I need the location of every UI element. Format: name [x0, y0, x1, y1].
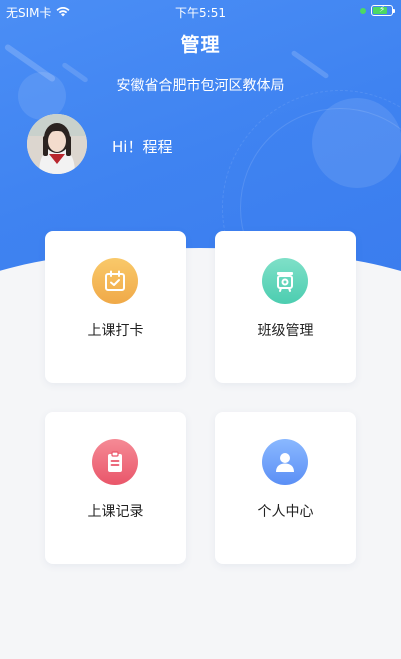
status-time: 下午5:51	[175, 6, 226, 20]
class-board-icon	[262, 258, 308, 304]
menu-card-class-management[interactable]: 班级管理	[215, 231, 356, 383]
menu-card-personal-center[interactable]: 个人中心	[215, 412, 356, 564]
organization-name: 安徽省合肥市包河区教体局	[116, 78, 285, 94]
menu-card-label: 个人中心	[257, 504, 314, 520]
menu-card-clock-in[interactable]: 上课打卡	[45, 231, 186, 383]
status-bar: 无SIM卡 下午5:51 ⚡	[0, 0, 401, 22]
avatar[interactable]	[27, 114, 87, 174]
menu-card-label: 上课打卡	[87, 323, 144, 339]
location-indicator-icon	[360, 7, 366, 14]
status-right: ⚡	[360, 5, 395, 16]
page-title: 管理	[180, 34, 221, 56]
calendar-check-icon	[92, 258, 138, 304]
app-screen: 无SIM卡 下午5:51 ⚡ 管理 安徽省合肥市包河区教体局 Hi！程程 上课打…	[0, 0, 401, 659]
greeting-text: Hi！程程	[112, 138, 173, 156]
user-icon	[262, 439, 308, 485]
clipboard-icon	[92, 439, 138, 485]
menu-card-class-records[interactable]: 上课记录	[45, 412, 186, 564]
menu-card-label: 上课记录	[87, 504, 144, 520]
battery-icon: ⚡	[371, 5, 395, 16]
menu-card-label: 班级管理	[257, 323, 314, 339]
